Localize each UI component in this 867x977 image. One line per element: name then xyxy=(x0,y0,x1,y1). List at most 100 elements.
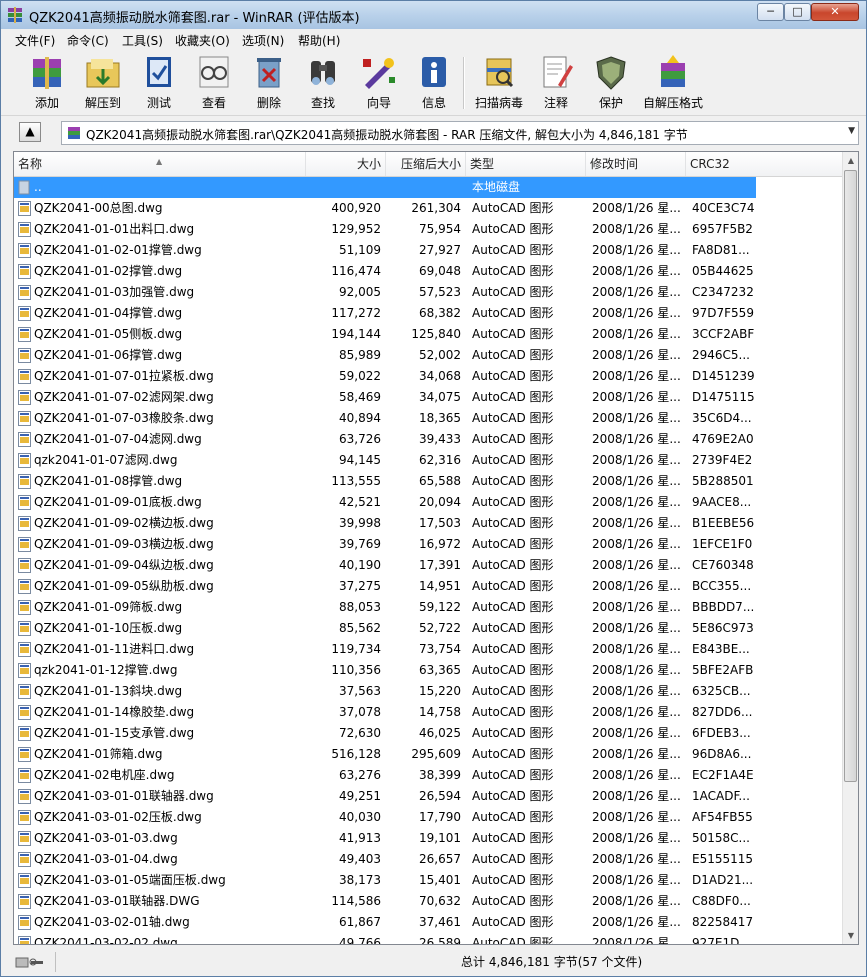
file-row[interactable]: QZK2041-01-09-02横边板.dwg 39,998 17,503 AutoC… xyxy=(14,513,842,534)
file-row[interactable]: QZK2041-01-09-01底板.dwg 42,521 20,094 AutoCA… xyxy=(14,492,842,513)
test-icon xyxy=(147,57,171,87)
file-modified: 2008/1/26 星... xyxy=(592,789,681,803)
up-folder-button[interactable]: ▲ xyxy=(19,122,41,142)
file-row[interactable]: QZK2041-01-09-03横边板.dwg 39,769 16,972 AutoC… xyxy=(14,534,842,555)
protect-button[interactable]: 保护 xyxy=(579,53,639,113)
file-packed-size: 75,954 xyxy=(419,222,461,236)
file-row[interactable]: QZK2041-03-01-03.dwg 41,913 19,101 AutoCAD … xyxy=(14,828,842,849)
dwg-file-icon xyxy=(18,495,31,510)
file-size: 49,766 xyxy=(339,936,381,945)
file-row[interactable]: QZK2041-01-09-04纵边板.dwg 40,190 17,391 AutoC… xyxy=(14,555,842,576)
file-row[interactable]: QZK2041-03-02-02.dwg 49,766 26,589 AutoCAD … xyxy=(14,933,842,945)
scroll-down-icon[interactable]: ▼ xyxy=(843,927,858,944)
address-path-box[interactable]: QZK2041高频振动脱水筛套图.rar\QZK2041高频振动脱水筛套图 - … xyxy=(61,121,859,145)
menu-help[interactable]: 帮助(H) xyxy=(298,32,340,49)
file-row[interactable]: QZK2041-01-03加强管.dwg 92,005 57,523 AutoCAD … xyxy=(14,282,842,303)
menu-favorites[interactable]: 收藏夹(O) xyxy=(175,32,230,49)
file-crc: 4769E2A0 xyxy=(692,432,754,446)
file-row[interactable]: QZK2041-01-07-01拉紧板.dwg 59,022 34,068 AutoC… xyxy=(14,366,842,387)
file-row[interactable]: QZK2041-01-01出料口.dwg 129,952 75,954 AutoCAD… xyxy=(14,219,842,240)
extract-to-button[interactable]: 解压到 xyxy=(71,53,131,113)
file-row[interactable]: QZK2041-01-09-05纵肋板.dwg 37,275 14,951 AutoC… xyxy=(14,576,842,597)
info-button[interactable]: 信息 xyxy=(402,53,462,113)
file-row[interactable]: QZK2041-01-02撑管.dwg 116,474 69,048 AutoCAD … xyxy=(14,261,842,282)
file-row[interactable]: QZK2041-03-01-02压板.dwg 40,030 17,790 AutoCA… xyxy=(14,807,842,828)
wizard-button[interactable]: 向导 xyxy=(347,53,407,113)
file-type: AutoCAD 图形 xyxy=(472,747,554,761)
file-row[interactable]: QZK2041-01-05侧板.dwg 194,144 125,840 AutoCAD… xyxy=(14,324,842,345)
vertical-scrollbar[interactable]: ▲ ▼ xyxy=(842,152,858,944)
file-row[interactable]: QZK2041-01-09筛板.dwg 88,053 59,122 AutoCAD 图… xyxy=(14,597,842,618)
column-size[interactable]: 大小 xyxy=(306,152,386,176)
column-crc[interactable]: CRC32 xyxy=(686,152,756,176)
file-crc: 827DD6... xyxy=(692,705,753,719)
menu-tools[interactable]: 工具(S) xyxy=(122,32,163,49)
test-button[interactable]: 测试 xyxy=(127,53,187,113)
status-text: 总计 4,846,181 字节(57 个文件) xyxy=(461,955,643,969)
file-size: 40,894 xyxy=(339,411,381,425)
column-packed[interactable]: 压缩后大小 xyxy=(386,152,466,176)
file-row[interactable]: QZK2041-01-07-04滤网.dwg 63,726 39,433 AutoCA… xyxy=(14,429,842,450)
file-row[interactable]: QZK2041-01-07-03橡胶条.dwg 40,894 18,365 AutoC… xyxy=(14,408,842,429)
title-bar[interactable]: QZK2041高频振动脱水筛套图.rar - WinRAR (评估版本) ─ □… xyxy=(1,1,866,29)
file-modified: 2008/1/26 星... xyxy=(592,306,681,320)
menu-command[interactable]: 命令(C) xyxy=(67,32,109,49)
file-row[interactable]: QZK2041-03-01-05端面压板.dwg 38,173 15,401 Auto… xyxy=(14,870,842,891)
file-type: AutoCAD 图形 xyxy=(472,390,554,404)
parent-folder-row[interactable]: .. 本地磁盘 xyxy=(14,177,756,198)
minimize-button[interactable]: ─ xyxy=(757,3,784,21)
file-size: 37,275 xyxy=(339,579,381,593)
delete-button[interactable]: 删除 xyxy=(237,53,297,113)
file-row[interactable]: QZK2041-01-02-01撑管.dwg 51,109 27,927 AutoCA… xyxy=(14,240,842,261)
file-row[interactable]: QZK2041-03-01-01联轴器.dwg 49,251 26,594 AutoC… xyxy=(14,786,842,807)
file-row[interactable]: QZK2041-03-01-04.dwg 49,403 26,657 AutoCAD … xyxy=(14,849,842,870)
winrar-app-icon xyxy=(8,7,22,23)
chevron-down-icon[interactable]: ▼ xyxy=(848,126,855,136)
menu-options[interactable]: 选项(N) xyxy=(242,32,284,49)
file-name: QZK2041-01筛箱.dwg xyxy=(34,747,163,761)
comment-button[interactable]: 注释 xyxy=(524,53,584,113)
file-row[interactable]: QZK2041-01-11进料口.dwg 119,734 73,754 AutoCAD… xyxy=(14,639,842,660)
maximize-button[interactable]: □ xyxy=(784,3,811,21)
file-packed-size: 63,365 xyxy=(419,663,461,677)
view-button[interactable]: 查看 xyxy=(182,53,242,113)
file-row[interactable]: QZK2041-03-02-01轴.dwg 61,867 37,461 AutoCAD… xyxy=(14,912,842,933)
file-row[interactable]: QZK2041-02电机座.dwg 63,276 38,399 AutoCAD 图形 2… xyxy=(14,765,842,786)
file-row[interactable]: qzk2041-01-07滤网.dwg 94,145 62,316 AutoCAD 图… xyxy=(14,450,842,471)
virus-scan-button[interactable]: 扫描病毒 xyxy=(467,53,527,113)
column-name[interactable]: 名称 ▲ xyxy=(14,152,306,176)
find-button[interactable]: 查找 xyxy=(291,53,351,113)
dwg-file-icon xyxy=(18,411,31,426)
file-row[interactable]: QZK2041-01-07-02滤网架.dwg 58,469 34,075 AutoC… xyxy=(14,387,842,408)
file-name: QZK2041-01-07-01拉紧板.dwg xyxy=(34,369,214,383)
file-packed-size: 70,632 xyxy=(419,894,461,908)
column-modified[interactable]: 修改时间 xyxy=(586,152,686,176)
menu-file[interactable]: 文件(F) xyxy=(15,32,55,49)
close-button[interactable]: ✕ xyxy=(811,3,859,21)
file-row[interactable]: QZK2041-01-13斜块.dwg 37,563 15,220 AutoCAD 图… xyxy=(14,681,842,702)
file-modified: 2008/1/26 星... xyxy=(592,201,681,215)
file-row[interactable]: QZK2041-01-04撑管.dwg 117,272 68,382 AutoCAD … xyxy=(14,303,842,324)
file-row[interactable]: QZK2041-01-10压板.dwg 85,562 52,722 AutoCAD 图… xyxy=(14,618,842,639)
scroll-up-icon[interactable]: ▲ xyxy=(843,152,858,169)
column-type[interactable]: 类型 xyxy=(466,152,586,176)
file-row[interactable]: QZK2041-01-06撑管.dwg 85,989 52,002 AutoCAD 图… xyxy=(14,345,842,366)
file-row[interactable]: QZK2041-01筛箱.dwg 516,128 295,609 AutoCAD 图形… xyxy=(14,744,842,765)
add-button[interactable]: 添加 xyxy=(15,53,75,113)
file-row[interactable]: qzk2041-01-12撑管.dwg 110,356 63,365 AutoCAD … xyxy=(14,660,842,681)
file-size: 116,474 xyxy=(331,264,381,278)
file-row[interactable]: QZK2041-01-08撑管.dwg 113,555 65,588 AutoCAD … xyxy=(14,471,842,492)
file-row[interactable]: QZK2041-03-01联轴器.DWG 114,586 70,632 AutoCAD… xyxy=(14,891,842,912)
file-crc: 5BFE2AFB xyxy=(692,663,754,677)
file-size: 85,562 xyxy=(339,621,381,635)
file-row[interactable]: QZK2041-01-14橡胶垫.dwg 37,078 14,758 AutoCAD … xyxy=(14,702,842,723)
file-row[interactable]: QZK2041-01-15支承管.dwg 72,630 46,025 AutoCAD … xyxy=(14,723,842,744)
sfx-button[interactable]: 自解压格式 xyxy=(641,53,703,113)
scrollbar-thumb[interactable] xyxy=(844,170,857,782)
file-name: QZK2041-01-10压板.dwg xyxy=(34,621,183,635)
file-name: QZK2041-03-02-02.dwg xyxy=(34,936,178,945)
file-crc: 1ACADF... xyxy=(692,789,750,803)
file-name: QZK2041-01-07-03橡胶条.dwg xyxy=(34,411,214,425)
file-row[interactable]: QZK2041-00总图.dwg 400,920 261,304 AutoCAD 图形… xyxy=(14,198,842,219)
file-crc: BCC355... xyxy=(692,579,752,593)
